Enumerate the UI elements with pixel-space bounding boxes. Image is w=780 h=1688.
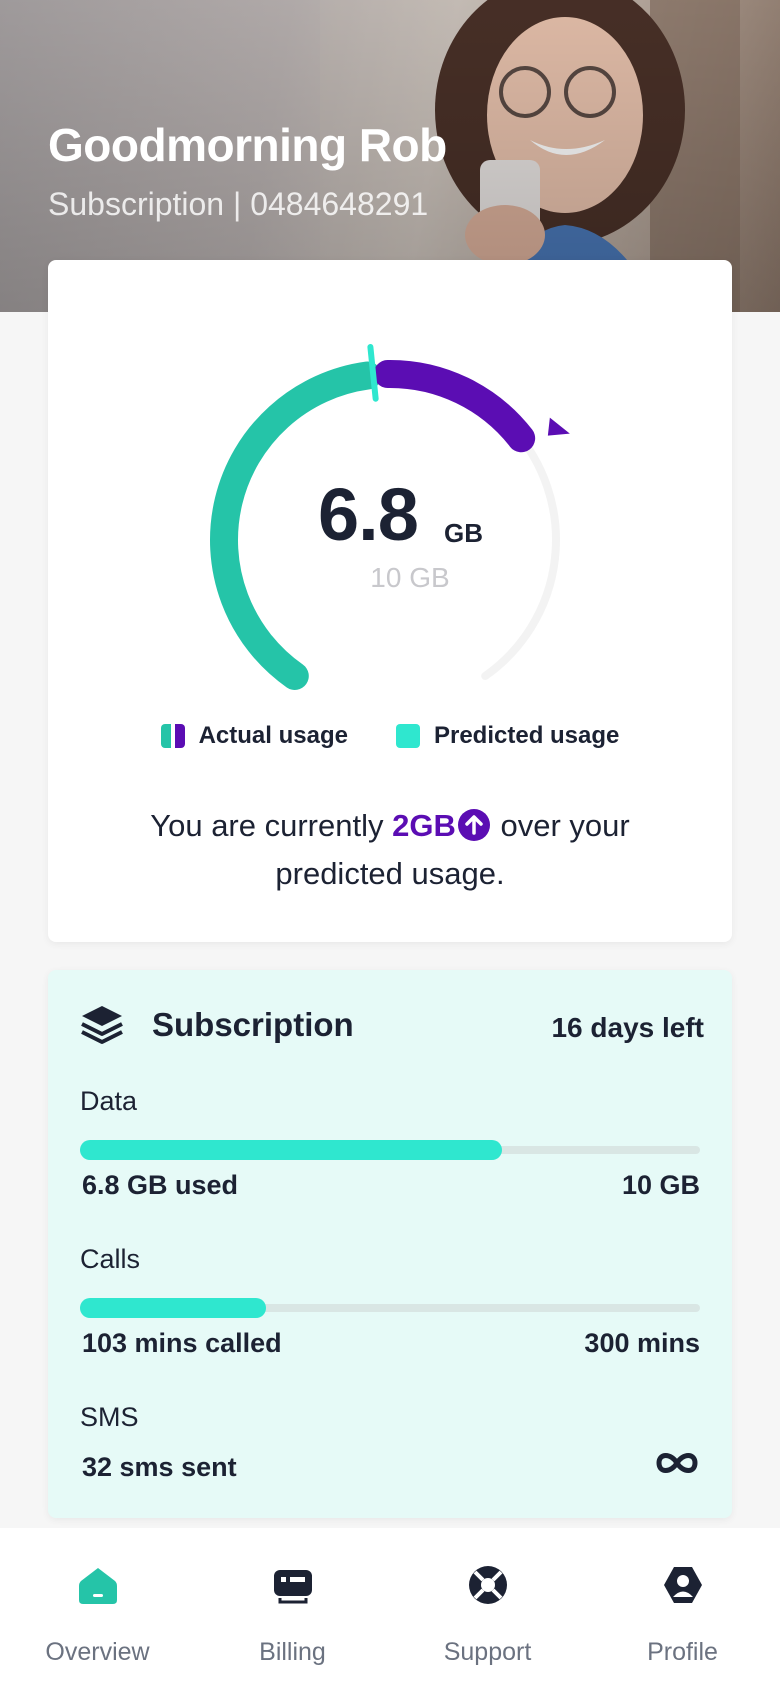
subscription-card[interactable]: Subscription 16 days left Data 6.8 GB us… [48,970,732,1518]
legend-predicted-label: Predicted usage [433,722,620,749]
nav-support-label: Support [443,1638,532,1666]
nav-billing-label: Billing [259,1638,326,1666]
legend-actual-swatch [160,724,185,748]
nav-support[interactable]: Support [390,1528,585,1688]
calls-progress-track [80,1298,700,1318]
home-icon [79,1568,117,1604]
bottom-navigation: Overview Billing Support Profile [0,1528,780,1688]
legend-predicted-swatch [395,724,420,748]
gauge-actual-arc [373,360,536,453]
usage-message: You are currently 2GB over your predicte… [108,802,672,898]
gauge-overage-triangle-icon [547,417,570,436]
greeting-title: Goodmorning Rob [48,119,447,171]
calls-progress-fill [80,1298,266,1318]
usage-unit: GB [444,518,483,548]
nav-profile[interactable]: Profile [585,1528,780,1688]
gauge-predicted-marker [367,343,379,402]
usage-value: 6.8 [318,473,419,556]
layers-icon [81,1006,123,1044]
nav-billing[interactable]: Billing [195,1528,390,1688]
calls-limit: 300 mins [584,1328,700,1358]
subscription-header: Subscription 16 days left [80,1002,704,1050]
support-icon [469,1566,507,1604]
data-limit: 10 GB [621,1170,700,1200]
subscription-title: Subscription [152,1006,354,1043]
legend-actual-label: Actual usage [198,722,348,749]
nav-overview-label: Overview [45,1638,150,1666]
calls-label: Calls [80,1244,141,1274]
usage-total: 10 GB [370,562,450,593]
infinity-icon [656,1453,698,1473]
legend-predicted: Predicted usage [395,722,620,750]
message-amount: 2GB [392,808,456,843]
arrow-up-circle-icon [457,809,490,841]
nav-overview[interactable]: Overview [0,1528,195,1688]
gauge-legend: Actual usage Predicted usage [48,722,732,750]
data-progress-fill [80,1140,502,1160]
nav-profile-label: Profile [647,1638,718,1666]
sms-used: 32 sms sent [82,1452,237,1482]
profile-icon [664,1567,702,1603]
subscription-number: Subscription | 0484648291 [48,186,429,222]
billing-icon [274,1570,312,1604]
legend-actual: Actual usage [160,722,348,750]
sms-label: SMS [80,1402,139,1432]
usage-card: 6.8 GB 10 GB Actual usage Predicted usag… [48,260,732,942]
data-used: 6.8 GB used [82,1170,239,1200]
data-label: Data [80,1086,138,1116]
days-left: 16 days left [551,1012,704,1043]
data-progress-track [80,1140,700,1160]
message-prefix: You are currently [150,808,384,843]
calls-used: 103 mins called [82,1328,282,1358]
